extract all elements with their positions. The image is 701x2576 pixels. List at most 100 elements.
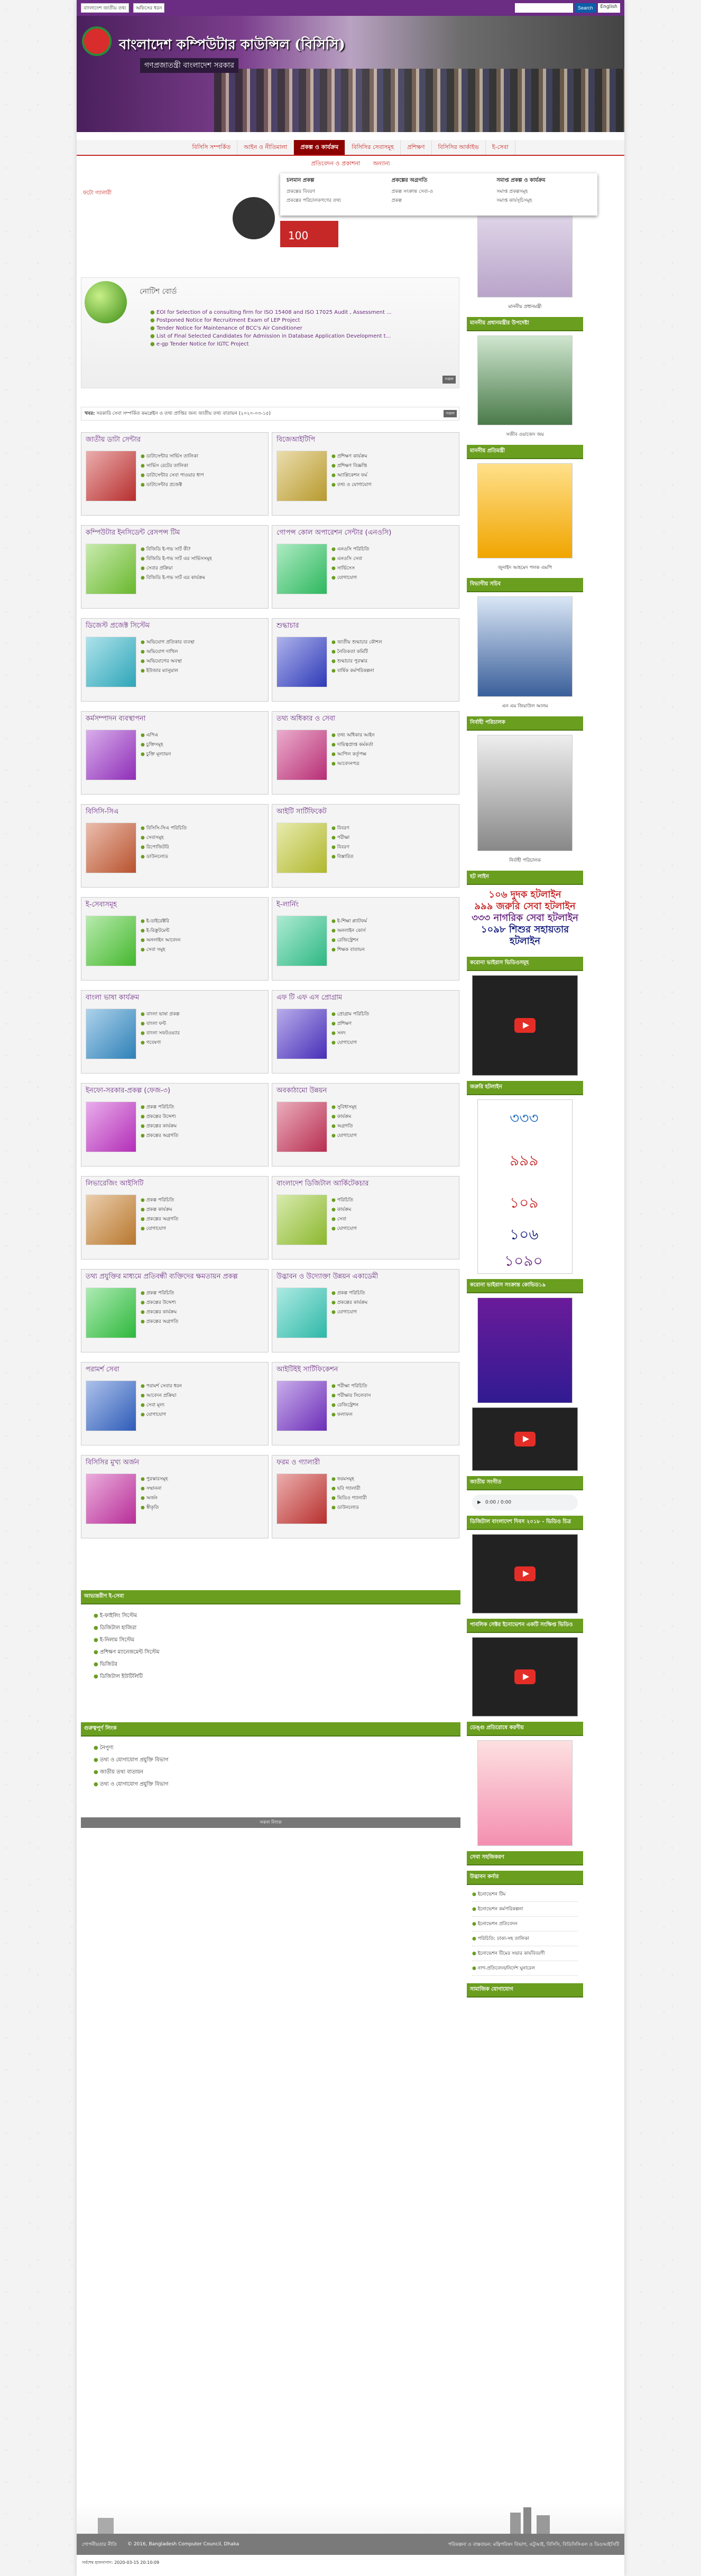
card-link[interactable]: সার্ভিস রেটের তালিকা	[141, 462, 204, 470]
card-link[interactable]: পরামর্শ সেবার ধরন	[141, 1382, 182, 1390]
card-link[interactable]: প্রকল্পের কার্যক্রম	[331, 1299, 367, 1306]
card-link[interactable]: এপিএ	[141, 731, 171, 739]
ict-icon[interactable]	[86, 1194, 136, 1245]
card-title[interactable]: এফ টি এফ এস প্রোগ্রাম	[276, 993, 455, 1004]
notice-all-button[interactable]: সকল	[442, 376, 456, 384]
card-title[interactable]: তথ্য প্রযুক্তির মাধ্যমে প্রতিবন্ধী ব্যক্…	[86, 1272, 264, 1283]
card-link[interactable]: স্বীকৃতি	[141, 1504, 168, 1511]
hotline-item[interactable]: ৩৩৩ নাগরিক সেবা হটলাইন	[467, 912, 583, 924]
people-icon[interactable]	[276, 730, 327, 780]
play-icon[interactable]	[514, 1018, 536, 1033]
card-link[interactable]: বাংলা ফন্ট	[141, 1020, 180, 1028]
card-title[interactable]: ফরম ও গ্যালারী	[276, 1458, 455, 1469]
card-link[interactable]: সেবার প্রক্রিয়া	[141, 564, 212, 572]
dropdown-link[interactable]: সমাপ্ত প্রকল্পসমূহ	[496, 188, 591, 195]
card-link[interactable]: পুরস্কারসমূহ	[141, 1475, 168, 1483]
itee-icon[interactable]	[276, 1380, 327, 1431]
card-title[interactable]: গোপন্স কোল অপারেশন সেন্টার (এনওসি)	[276, 528, 455, 539]
eservice-link[interactable]: ই-ফাইলিং সিস্টেম	[94, 1612, 448, 1621]
card-link[interactable]: বিজিডি ই-গভ সার্ট এর কার্যক্রম	[141, 574, 212, 582]
eservice-link[interactable]: ডিজিটাল হাজিরা	[94, 1624, 448, 1633]
card-link[interactable]: চুক্তি মূল্যায়ন	[141, 750, 171, 758]
infra-icon[interactable]	[276, 1102, 327, 1152]
notice-item[interactable]: e-gp Tender Notice for IGTC Project	[150, 341, 392, 347]
card-link[interactable]: যোগাযোগ	[331, 574, 369, 582]
card-title[interactable]: আইটি সার্টিফিকেট	[276, 807, 455, 818]
card-link[interactable]: শুদ্ধাচার পুরস্কার	[331, 657, 382, 665]
digital-icon[interactable]	[86, 637, 136, 687]
card-link[interactable]: তথ্য ও যোগাযোগ	[331, 481, 372, 489]
card-title[interactable]: ই-লার্নিং	[276, 900, 455, 911]
card-link[interactable]: প্রকল্পের উদ্দেশ্য	[141, 1113, 178, 1121]
dropdown-link[interactable]: প্রকল্পের পরিচালকগণের তথ্য	[287, 197, 381, 204]
card-link[interactable]: শিক্ষক বাতায়ন	[331, 946, 367, 954]
card-link[interactable]: প্রশিক্ষণ বিজ্ঞপ্তি	[331, 462, 372, 470]
card-link[interactable]: ফলাফল	[331, 1411, 371, 1418]
card-link[interactable]: গবেষণা	[141, 1039, 180, 1047]
server-icon[interactable]	[86, 451, 136, 501]
card-title[interactable]: বিসিসির মুখ্য অর্জন	[86, 1458, 264, 1469]
card-link[interactable]: যোগাযোগ	[141, 1411, 182, 1418]
hotline-item[interactable]: ১০৬ দুদক হটলাইন	[467, 889, 583, 901]
card-link[interactable]: সার্ভিসেস	[331, 564, 369, 572]
search-input[interactable]	[514, 3, 573, 13]
notice-item[interactable]: Tender Notice for Maintenance of BCC's A…	[150, 325, 392, 331]
language-toggle[interactable]: English	[597, 3, 620, 13]
card-link[interactable]: ডাউনলোড	[331, 1504, 367, 1511]
hotline-item[interactable]: ১০৯৮ শিশুর সহায়তার হটলাইন	[467, 924, 583, 947]
card-link[interactable]: জাতীয় শুদ্ধাচার কৌশল	[331, 638, 382, 646]
card-link[interactable]: অ্যাপ্লিকেশন ফর্ম	[331, 471, 372, 479]
card-link[interactable]: যোগাযোগ	[331, 1132, 357, 1140]
nav-item-training[interactable]: প্রশিক্ষণ	[401, 140, 432, 155]
corona-video[interactable]	[472, 975, 578, 1076]
office-select[interactable]: বাংলাদেশ জাতীয় তথ্য	[81, 3, 129, 13]
dropdown-link[interactable]: প্রকল্পের বিবরণ	[287, 188, 381, 195]
privacy-link[interactable]: গোপনীয়তার নীতি	[82, 2541, 117, 2549]
card-link[interactable]: প্রকল্প পরিচিতি	[141, 1196, 178, 1204]
search-button[interactable]: Search	[574, 3, 596, 13]
anthem-player[interactable]: ▶ 0:00 / 0:00	[472, 1495, 578, 1510]
card-link[interactable]: বিসিসি-সিএ পরিচিতি	[141, 824, 187, 832]
type-select[interactable]: অফিসের ধরন	[133, 3, 165, 13]
check-icon[interactable]	[276, 637, 327, 687]
eservice-link[interactable]: প্রশিক্ষণ ম্যানেজমেন্ট সিস্টেম	[94, 1648, 448, 1657]
digital-video[interactable]	[472, 1534, 578, 1613]
notice-item[interactable]: Postponed Notice for Recruitment Exam of…	[150, 318, 392, 323]
card-link[interactable]: সেবা মূল্য	[141, 1401, 182, 1409]
card-link[interactable]: প্রকল্প কার্যক্রম	[141, 1206, 178, 1214]
public-video[interactable]	[472, 1637, 578, 1716]
hotline-item[interactable]: ৯৯৯ জরুরি সেবা হটলাইন	[467, 901, 583, 912]
card-link[interactable]: প্রশিক্ষণ	[331, 1020, 369, 1028]
more-links-button[interactable]: সকল লিংক	[81, 1817, 460, 1828]
card-link[interactable]: ডাটাসেন্টার প্রজেক্ট	[141, 481, 204, 489]
card-link[interactable]: চুক্তিসমূহ	[141, 741, 171, 749]
innovation-link[interactable]: ইনোভেশন কর্মপরিকল্পনা	[472, 1902, 578, 1917]
card-link[interactable]: অভিযোগ প্রতিকার ব্যবস্থা	[141, 638, 195, 646]
card-link[interactable]: যোগাযোগ	[331, 1308, 367, 1316]
card-link[interactable]: ই-ডাইরেক্টরি	[141, 917, 180, 925]
card-link[interactable]: পরীক্ষার সিলেবাস	[331, 1392, 371, 1399]
noc-icon[interactable]	[276, 544, 327, 594]
important-link[interactable]: নৈপুণ্য	[94, 1744, 448, 1753]
card-link[interactable]: এনওসি সেবা	[331, 555, 369, 563]
corona-banner[interactable]	[477, 1298, 573, 1403]
card-link[interactable]: সনদ	[331, 1029, 369, 1037]
important-link[interactable]: তথ্য ও যোগাযোগ প্রযুক্তি বিভাগ	[94, 1756, 448, 1765]
card-title[interactable]: কর্মসম্পাদন ব্যবস্থাপনা	[86, 714, 264, 725]
card-link[interactable]: আবেদন প্রক্রিয়া	[141, 1392, 182, 1399]
forms-icon[interactable]	[276, 1473, 327, 1524]
card-title[interactable]: ইনফো-সরকার-প্রকল্প (ফেজ-৩)	[86, 1086, 264, 1097]
card-link[interactable]: ডাটাসেন্টার সেবা পাওয়ার ধাপ	[141, 471, 204, 479]
secretary-photo[interactable]	[477, 596, 573, 697]
ed-photo[interactable]	[477, 735, 573, 851]
card-link[interactable]: নৈতিকতা কমিটি	[331, 648, 382, 656]
consult-icon[interactable]	[86, 1380, 136, 1431]
notice-item[interactable]: EOI for Selection of a consulting firm f…	[150, 310, 392, 315]
card-link[interactable]: সেবা সমূহ	[141, 946, 180, 954]
card-title[interactable]: ই-সেবাসমূহ	[86, 900, 264, 911]
card-title[interactable]: তথ্য অধিকার ও সেবা	[276, 714, 455, 725]
corona-video-2[interactable]	[472, 1407, 578, 1471]
card-link[interactable]: রেজিস্ট্রেশন	[331, 936, 367, 944]
card-title[interactable]: আইটিইই সার্টিফিকেশন	[276, 1365, 455, 1376]
play-icon[interactable]	[514, 1669, 536, 1684]
